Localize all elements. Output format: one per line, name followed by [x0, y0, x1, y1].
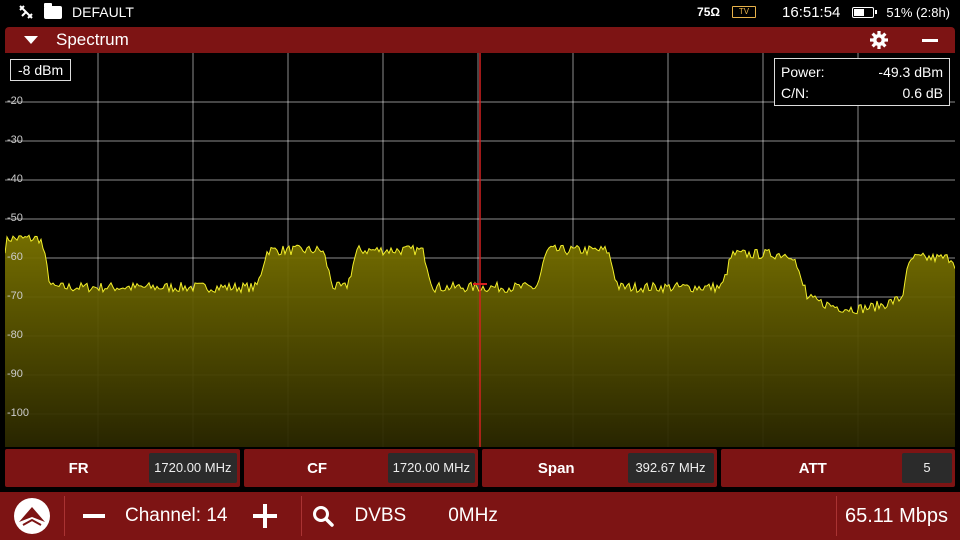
- power-value: -49.3 dBm: [878, 64, 943, 80]
- bitrate-label: 65.11 Mbps: [844, 504, 948, 527]
- bottom-bar: Channel: 14 DVBS 0MHz 65.11 Mbps: [0, 492, 960, 540]
- channel-decrement-button[interactable]: [83, 514, 105, 518]
- offset-label: 0MHz: [448, 505, 498, 526]
- y-tick-label: -30: [7, 134, 23, 146]
- channel-label: Channel: 14: [125, 505, 228, 526]
- param-label: ATT: [798, 459, 827, 477]
- y-tick-label: -70: [7, 290, 23, 302]
- y-tick-label: -50: [7, 212, 23, 224]
- spectrum-panel-header: Spectrum: [5, 27, 955, 53]
- standard-label[interactable]: DVBS: [354, 505, 406, 527]
- param-cf[interactable]: CF 1720.00 MHz: [243, 449, 478, 487]
- param-value[interactable]: 5: [902, 453, 952, 483]
- satellite-icon: [19, 5, 33, 19]
- tv-icon: TV: [732, 6, 757, 18]
- collapse-icon[interactable]: [24, 36, 38, 44]
- folder-icon: [44, 2, 62, 19]
- divider: [301, 496, 303, 536]
- battery-text: 51% (2:8h): [886, 4, 950, 20]
- search-icon[interactable]: [312, 505, 335, 527]
- profile-name: DEFAULT: [72, 4, 134, 20]
- parameter-bar: FR 1720.00 MHz CF 1720.00 MHz Span 392.6…: [5, 449, 955, 487]
- param-label: CF: [307, 459, 328, 477]
- power-label: Power:: [781, 64, 825, 80]
- y-tick-label: -60: [7, 251, 23, 263]
- y-tick-label: -40: [7, 173, 23, 185]
- param-fr[interactable]: FR 1720.00 MHz: [5, 449, 240, 487]
- param-att[interactable]: ATT 5: [720, 449, 955, 487]
- divider: [835, 496, 837, 536]
- y-tick-label: -100: [7, 407, 30, 419]
- y-tick-label: -80: [7, 329, 23, 341]
- battery-icon: [852, 6, 878, 18]
- reference-level[interactable]: -8 dBm: [10, 59, 72, 81]
- spectrum-plot: [5, 53, 955, 447]
- param-label: Span: [537, 459, 575, 477]
- status-bar: DEFAULT 75Ω TV 16:51:54 51% (2:8h): [0, 0, 960, 24]
- param-value[interactable]: 1720.00 MHz: [387, 453, 475, 483]
- param-label: FR: [68, 459, 89, 477]
- spectrum-display[interactable]: -20 -30 -40 -50 -60 -70 -80 -90 -100 -8 dBm Powe…: [5, 53, 955, 447]
- param-value[interactable]: 392.67 MHz: [627, 453, 714, 483]
- channel-increment-button[interactable]: [253, 504, 278, 528]
- panel-title: Spectrum: [56, 30, 129, 49]
- cn-label: C/N:: [781, 85, 809, 101]
- app-logo-icon[interactable]: [14, 498, 50, 534]
- y-tick-label: -90: [7, 368, 23, 380]
- divider: [64, 496, 65, 536]
- clock: 16:51:54: [782, 3, 841, 21]
- y-tick-label: -20: [7, 95, 23, 107]
- measurement-box: Power: -49.3 dBm C/N: 0.6 dB: [774, 58, 950, 106]
- impedance-badge: 75Ω: [697, 5, 721, 19]
- gear-icon[interactable]: [869, 30, 889, 50]
- minimize-icon[interactable]: [922, 38, 938, 42]
- cn-value: 0.6 dB: [902, 85, 943, 101]
- param-value[interactable]: 1720.00 MHz: [149, 453, 237, 483]
- param-span[interactable]: Span 392.67 MHz: [482, 449, 717, 487]
